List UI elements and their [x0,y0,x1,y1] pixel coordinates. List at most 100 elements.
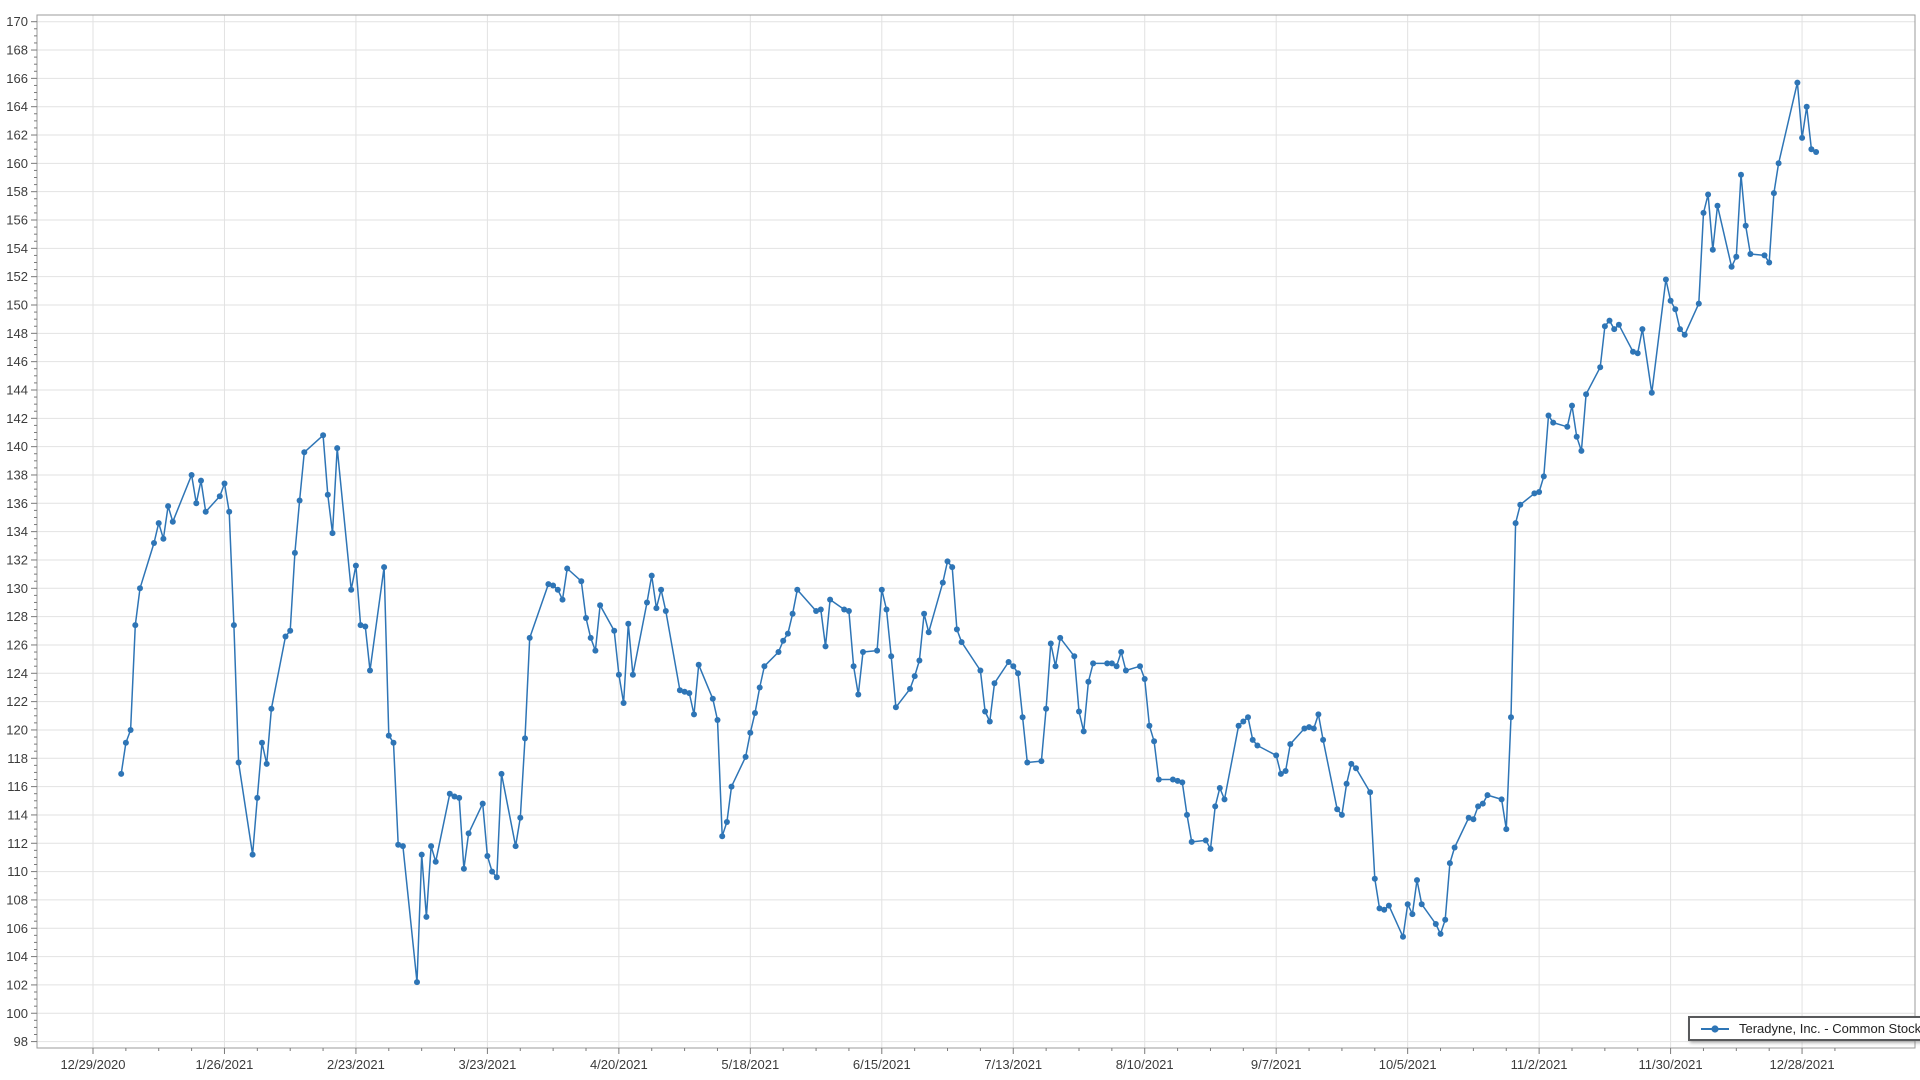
data-point-marker[interactable] [1776,160,1782,166]
data-point-marker[interactable] [1452,845,1458,851]
data-point-marker[interactable] [921,611,927,617]
data-point-marker[interactable] [466,830,472,836]
data-point-marker[interactable] [353,563,359,569]
data-point-marker[interactable] [423,914,429,920]
data-point-marker[interactable] [621,700,627,706]
data-point-marker[interactable] [1053,663,1059,669]
data-point-marker[interactable] [1146,723,1152,729]
data-point-marker[interactable] [729,784,735,790]
data-point-marker[interactable] [123,740,129,746]
data-point-marker[interactable] [301,449,307,455]
data-point-marker[interactable] [1499,796,1505,802]
data-point-marker[interactable] [827,597,833,603]
data-point-marker[interactable] [1048,641,1054,647]
data-point-marker[interactable] [1804,104,1810,110]
data-point-marker[interactable] [987,719,993,725]
data-point-marker[interactable] [686,690,692,696]
data-point-marker[interactable] [1705,192,1711,198]
data-point-marker[interactable] [550,583,556,589]
data-point-marker[interactable] [625,621,631,627]
data-point-marker[interactable] [118,771,124,777]
data-point-marker[interactable] [203,509,209,515]
data-point-marker[interactable] [1733,254,1739,260]
data-point-marker[interactable] [747,730,753,736]
data-point-marker[interactable] [1353,765,1359,771]
data-point-marker[interactable] [132,622,138,628]
data-point-marker[interactable] [1123,668,1129,674]
data-point-marker[interactable] [1024,760,1030,766]
data-point-marker[interactable] [649,573,655,579]
data-point-marker[interactable] [268,706,274,712]
price-chart-canvas[interactable]: 9810010210410610811011211411611812012212… [0,0,1920,1080]
data-point-marker[interactable] [564,566,570,572]
data-point-marker[interactable] [231,622,237,628]
data-point-marker[interactable] [1372,876,1378,882]
data-point-marker[interactable] [1419,901,1425,907]
data-point-marker[interactable] [1240,719,1246,725]
data-point-marker[interactable] [1799,135,1805,141]
data-point-marker[interactable] [888,653,894,659]
data-point-marker[interactable] [1386,903,1392,909]
data-point-marker[interactable] [287,628,293,634]
data-point-marker[interactable] [330,530,336,536]
data-point-marker[interactable] [644,600,650,606]
data-point-marker[interactable] [794,587,800,593]
data-point-marker[interactable] [480,801,486,807]
data-point-marker[interactable] [1602,323,1608,329]
data-point-marker[interactable] [1184,812,1190,818]
data-point-marker[interactable] [1367,789,1373,795]
data-point-marker[interactable] [1747,251,1753,257]
data-point-marker[interactable] [1546,413,1552,419]
data-point-marker[interactable] [386,733,392,739]
data-point-marker[interactable] [1015,670,1021,676]
data-point-marker[interactable] [1081,728,1087,734]
data-point-marker[interactable] [696,662,702,668]
data-point-marker[interactable] [128,727,134,733]
data-point-marker[interactable] [222,481,228,487]
data-point-marker[interactable] [1639,326,1645,332]
data-point-marker[interactable] [1682,332,1688,338]
data-point-marker[interactable] [1550,420,1556,426]
data-point-marker[interactable] [494,874,500,880]
data-point-marker[interactable] [1794,80,1800,86]
data-point-marker[interactable] [1663,277,1669,283]
data-point-marker[interactable] [954,626,960,632]
data-point-marker[interactable] [1715,203,1721,209]
data-point-marker[interactable] [879,587,885,593]
data-point-marker[interactable] [776,649,782,655]
data-point-marker[interactable] [170,519,176,525]
data-point-marker[interactable] [1597,364,1603,370]
data-point-marker[interactable] [588,635,594,641]
data-point-marker[interactable] [790,611,796,617]
data-point-marker[interactable] [1564,424,1570,430]
data-point-marker[interactable] [1245,714,1251,720]
data-point-marker[interactable] [517,815,523,821]
data-point-marker[interactable] [1151,738,1157,744]
data-point-marker[interactable] [1287,741,1293,747]
data-point-marker[interactable] [1137,663,1143,669]
data-point-marker[interactable] [320,432,326,438]
data-point-marker[interactable] [1315,711,1321,717]
data-point-marker[interactable] [1283,768,1289,774]
data-point-marker[interactable] [264,761,270,767]
data-point-marker[interactable] [940,580,946,586]
data-point-marker[interactable] [1541,473,1547,479]
data-point-marker[interactable] [785,631,791,637]
data-point-marker[interactable] [1179,779,1185,785]
data-point-marker[interactable] [1076,709,1082,715]
data-point-marker[interactable] [1635,350,1641,356]
data-point-marker[interactable] [292,550,298,556]
data-point-marker[interactable] [1611,326,1617,332]
data-point-marker[interactable] [334,445,340,451]
data-point-marker[interactable] [719,833,725,839]
data-point-marker[interactable] [823,643,829,649]
data-point-marker[interactable] [1043,706,1049,712]
data-point-marker[interactable] [1409,911,1415,917]
data-point-marker[interactable] [489,869,495,875]
data-point-marker[interactable] [860,649,866,655]
data-point-marker[interactable] [1273,752,1279,758]
data-point-marker[interactable] [236,760,242,766]
data-point-marker[interactable] [1381,907,1387,913]
data-point-marker[interactable] [757,685,763,691]
data-point-marker[interactable] [1677,326,1683,332]
